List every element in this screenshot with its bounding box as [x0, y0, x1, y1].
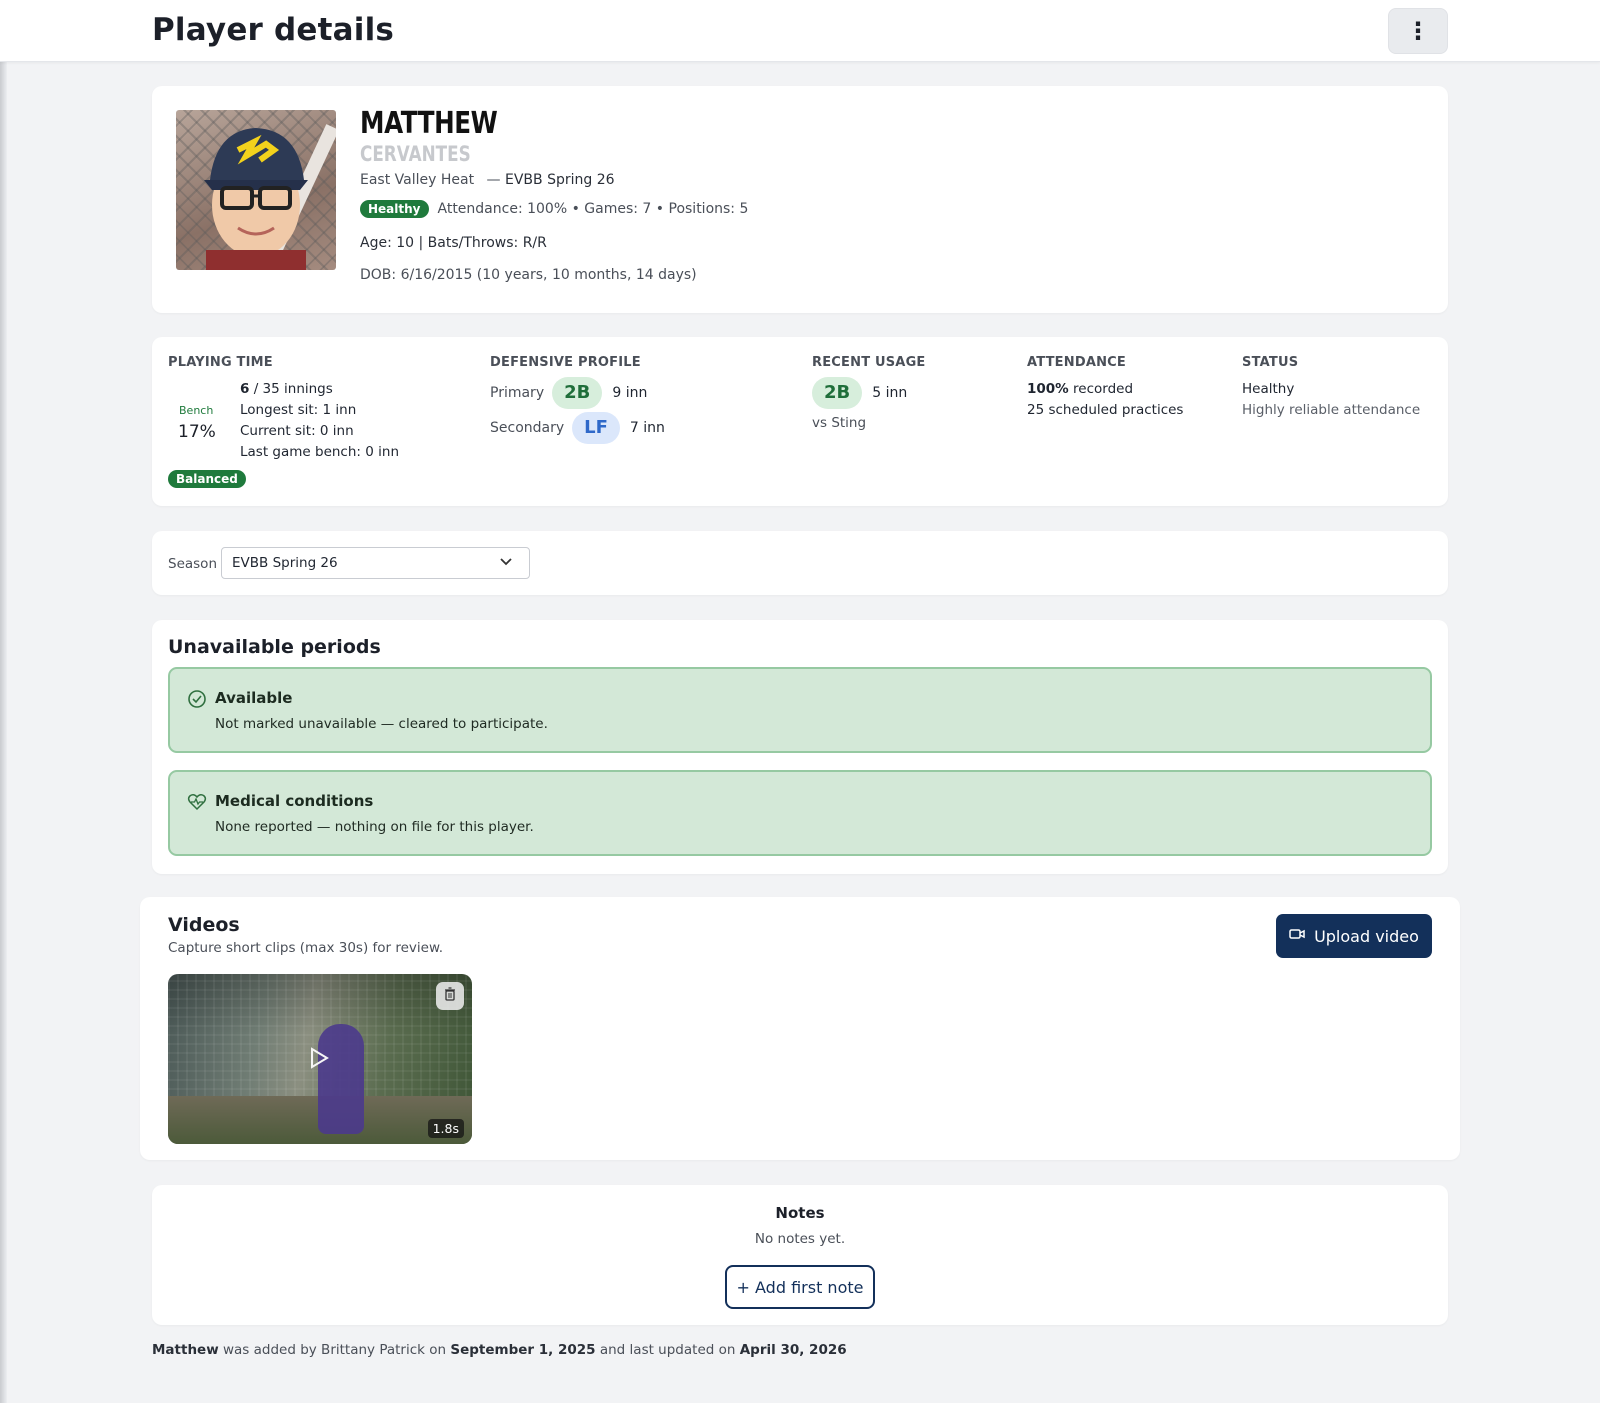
playing-time-details: 6 / 35 innings Longest sit: 1 inn Curren… [240, 379, 399, 463]
page-left-edge [0, 62, 7, 1403]
attendance-recorded-label: recorded [1068, 381, 1134, 397]
chevron-down-icon [499, 554, 513, 572]
medical-title: Medical conditions [215, 792, 374, 810]
page-title: Player details [152, 12, 395, 48]
play-icon[interactable] [308, 1046, 330, 1076]
player-stats-card: PLAYING TIME Bench 17% 6 / 35 innings Lo… [152, 337, 1448, 506]
add-first-note-button[interactable]: + Add first note [725, 1265, 875, 1309]
video-camera-icon [1289, 928, 1305, 944]
trash-icon [444, 987, 456, 1005]
footer-player-name: Matthew [152, 1342, 219, 1358]
team-name: East Valley Heat [360, 172, 475, 188]
available-title: Available [215, 689, 293, 707]
player-avatar-icon [204, 124, 336, 270]
check-circle-icon [187, 689, 207, 714]
innings-line: 6 / 35 innings [240, 379, 399, 400]
season-filter-card: Season EVBB Spring 26 [152, 531, 1448, 595]
record-audit-line: Matthew was added by Brittany Patrick on… [152, 1342, 847, 1358]
top-bar: Player details ⋮ [0, 0, 1600, 62]
balance-badge: Balanced [168, 470, 246, 488]
player-photo [176, 110, 336, 270]
team-line: East Valley Heat — EVBB Spring 26 [360, 172, 615, 188]
delete-video-button[interactable] [436, 982, 464, 1010]
footer-updated-text: and last updated on [595, 1342, 740, 1358]
medical-conditions-box: Medical conditions None reported — nothi… [168, 770, 1432, 856]
bench-percent: 17% [178, 422, 216, 442]
notes-title: Notes [775, 1204, 825, 1222]
footer-added-by: was added by Brittany Patrick on [218, 1342, 451, 1358]
recent-position-pill: 2B [812, 377, 863, 409]
primary-innings: 9 inn [612, 385, 648, 401]
innings-played: 6 [240, 381, 250, 397]
videos-title: Videos [168, 914, 240, 936]
status-main: Healthy [1242, 381, 1295, 397]
recent-innings: 5 inn [872, 385, 908, 401]
attendance-details: 100% recorded 25 scheduled practices [1027, 379, 1183, 421]
secondary-label: Secondary [490, 420, 565, 436]
team-season-separator: — [486, 172, 501, 188]
unavailable-periods-card: Unavailable periods Available Not marked… [152, 620, 1448, 874]
heart-pulse-icon [187, 792, 207, 817]
videos-card: Videos Capture short clips (max 30s) for… [140, 897, 1460, 1160]
video-duration: 1.8s [427, 1119, 464, 1138]
date-of-birth: DOB: 6/16/2015 (10 years, 10 months, 14 … [360, 267, 697, 283]
current-sit: Current sit: 0 inn [240, 423, 354, 439]
health-summary-line: Healthy Attendance: 100% • Games: 7 • Po… [360, 200, 748, 218]
primary-position-row: Primary 2B 9 inn [490, 377, 647, 409]
season-select[interactable]: EVBB Spring 26 [221, 547, 530, 579]
kebab-menu-icon: ⋮ [1406, 17, 1430, 45]
innings-total: / 35 innings [249, 381, 333, 397]
health-badge: Healthy [360, 200, 429, 218]
video-thumbnail[interactable]: 1.8s [168, 974, 472, 1144]
unavailable-periods-title: Unavailable periods [168, 636, 381, 658]
recent-opponent: vs Sting [812, 415, 867, 431]
upload-video-button[interactable]: Upload video [1276, 914, 1432, 958]
last-game-bench: Last game bench: 0 inn [240, 444, 399, 460]
attendance-title: ATTENDANCE [1027, 355, 1126, 370]
playing-time-title: PLAYING TIME [168, 355, 273, 370]
attendance-recorded: 100% recorded [1027, 379, 1183, 400]
status-details: Healthy Highly reliable attendance [1242, 379, 1420, 421]
team-season: EVBB Spring 26 [504, 172, 615, 188]
notes-empty-state: No notes yet. [754, 1231, 846, 1247]
secondary-position-row: Secondary LF 7 inn [490, 412, 665, 444]
notes-card: Notes No notes yet. + Add first note [152, 1185, 1448, 1325]
attendance-percent: 100% [1027, 381, 1069, 397]
status-title: STATUS [1242, 355, 1299, 370]
bench-label: Bench [179, 404, 214, 417]
scheduled-practices: 25 scheduled practices [1027, 402, 1184, 418]
footer-updated-date: April 30, 2026 [739, 1342, 847, 1358]
medical-text: None reported — nothing on file for this… [215, 819, 534, 835]
primary-position-pill: 2B [552, 377, 603, 409]
status-sub: Highly reliable attendance [1242, 402, 1421, 418]
available-status-box: Available Not marked unavailable — clear… [168, 667, 1432, 753]
recent-usage-row: 2B 5 inn [812, 377, 907, 409]
age-bats-throws: Age: 10 | Bats/Throws: R/R [360, 235, 547, 251]
recent-usage-title: RECENT USAGE [812, 355, 926, 370]
more-options-button[interactable]: ⋮ [1388, 8, 1448, 54]
player-last-name: CERVANTES [360, 142, 471, 166]
video-batter-figure [318, 1024, 364, 1134]
available-text: Not marked unavailable — cleared to part… [215, 716, 548, 732]
footer-added-date: September 1, 2025 [450, 1342, 596, 1358]
player-first-name: MATTHEW [360, 106, 498, 141]
player-profile-card: MATTHEW CERVANTES East Valley Heat — EVB… [152, 86, 1448, 313]
secondary-innings: 7 inn [629, 420, 665, 436]
season-selected-value: EVBB Spring 26 [232, 555, 338, 571]
attendance-summary: Attendance: 100% • Games: 7 • Positions:… [437, 201, 749, 217]
longest-sit: Longest sit: 1 inn [240, 402, 357, 418]
defensive-profile-title: DEFENSIVE PROFILE [490, 355, 641, 370]
primary-label: Primary [490, 385, 545, 401]
season-label: Season [168, 556, 217, 572]
secondary-position-pill: LF [572, 412, 620, 444]
upload-video-label: Upload video [1314, 926, 1419, 946]
videos-subtitle: Capture short clips (max 30s) for review… [168, 940, 444, 956]
